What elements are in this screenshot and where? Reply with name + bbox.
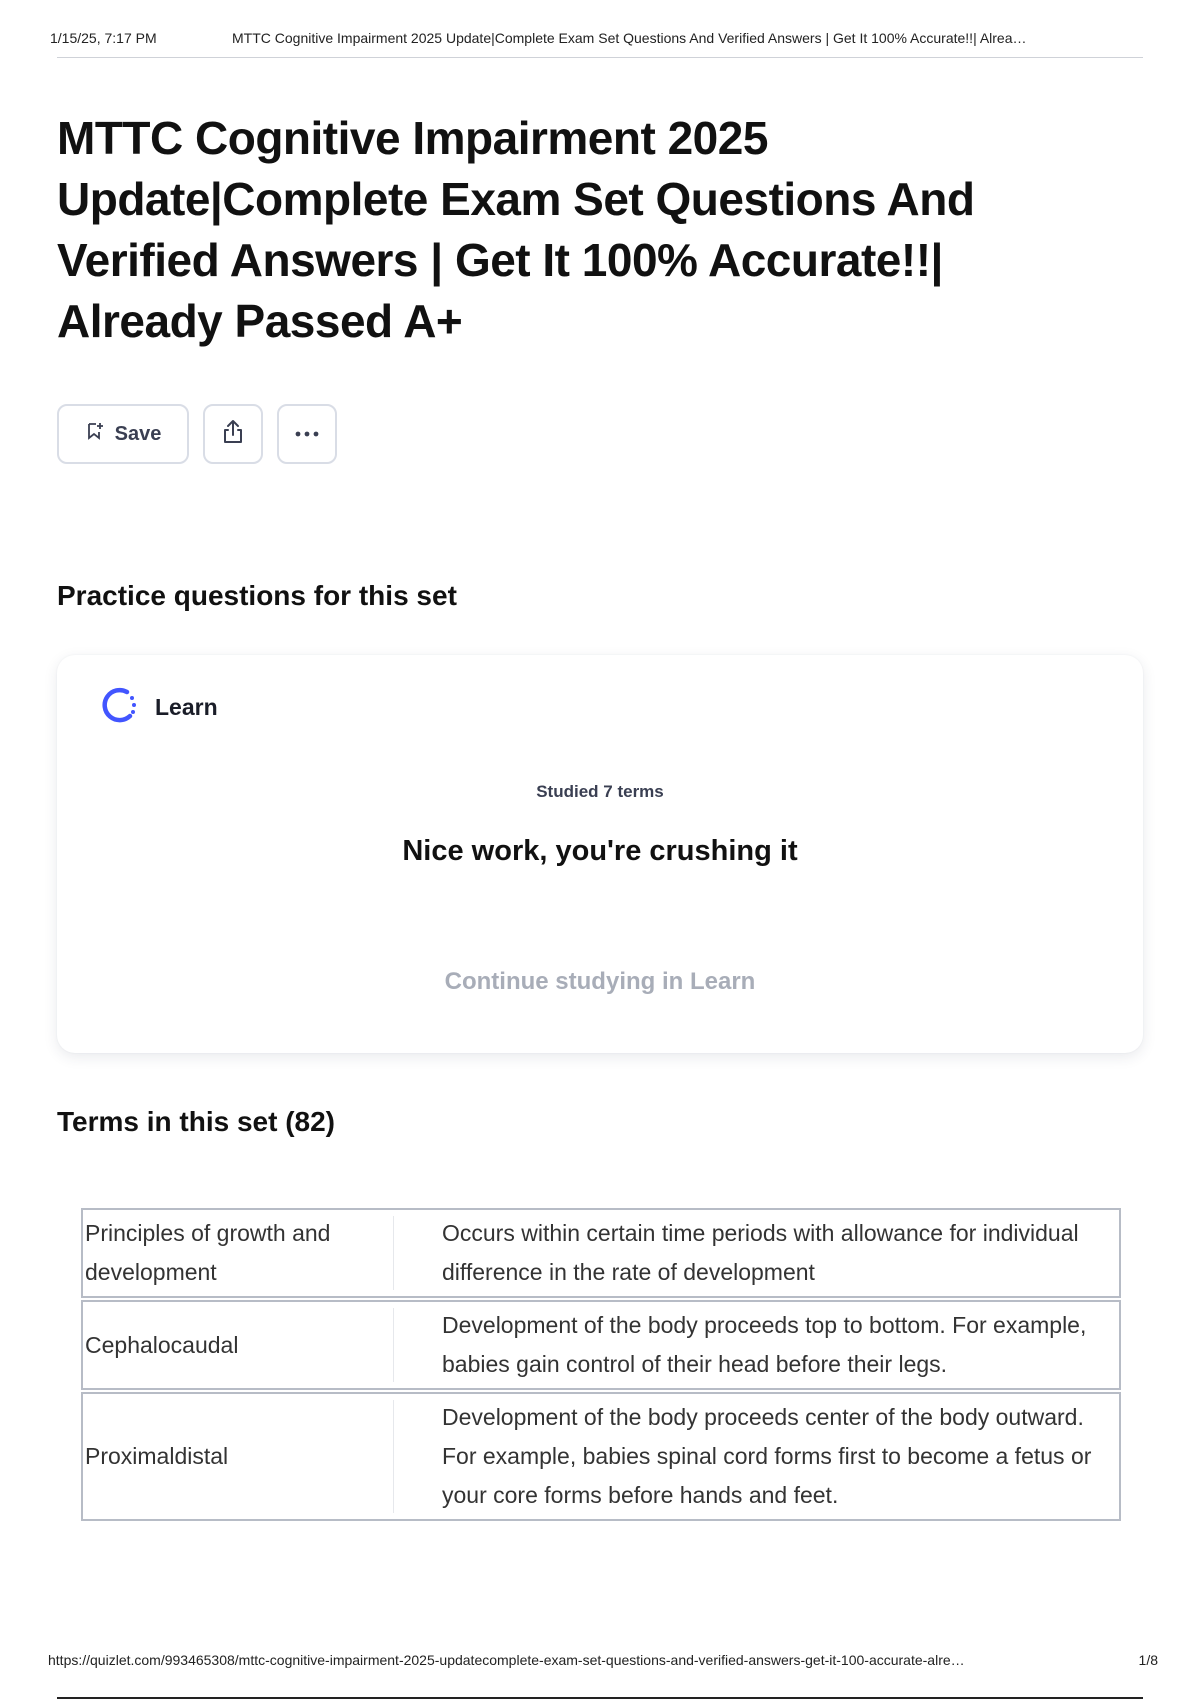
definition-text: Development of the body proceeds top to …	[442, 1312, 1087, 1377]
term-row: Principles of growth and development Occ…	[81, 1208, 1121, 1298]
practice-section-heading: Practice questions for this set	[57, 580, 457, 611]
terms-list: Principles of growth and development Occ…	[81, 1208, 1121, 1523]
save-button[interactable]: Save	[57, 404, 189, 464]
print-document-title: MTTC Cognitive Impairment 2025 Update|Co…	[232, 30, 1027, 46]
definition-text: Development of the body proceeds center …	[442, 1404, 1092, 1508]
learn-mode-header: Learn	[97, 683, 218, 732]
learn-card: Learn Studied 7 terms Nice work, you're …	[57, 655, 1143, 1053]
encouragement-text: Nice work, you're crushing it	[402, 835, 798, 867]
page-number: 1/8	[1138, 1652, 1158, 1668]
terms-section-heading: Terms in this set (82)	[57, 1106, 336, 1137]
more-options-button[interactable]	[277, 404, 337, 464]
learn-progress-icon	[97, 683, 141, 732]
print-timestamp: 1/15/25, 7:17 PM	[50, 30, 157, 46]
term-row: Cephalocaudal Development of the body pr…	[81, 1300, 1121, 1390]
share-button[interactable]	[203, 404, 263, 464]
term-text: Principles of growth and development	[85, 1220, 331, 1285]
term-row: Proximaldistal Development of the body p…	[81, 1392, 1121, 1521]
share-icon	[219, 418, 247, 451]
header-divider	[57, 57, 1143, 58]
bookmark-add-icon	[85, 421, 105, 447]
print-url: https://quizlet.com/993465308/mttc-cogni…	[48, 1652, 965, 1668]
page-title: MTTC Cognitive Impairment 2025 Update|Co…	[57, 112, 975, 347]
term-text: Cephalocaudal	[85, 1331, 239, 1358]
save-button-label: Save	[114, 422, 162, 445]
set-actions-toolbar: Save	[57, 404, 337, 464]
footer-divider	[57, 1697, 1143, 1699]
studied-count-text: Studied 7 terms	[536, 782, 664, 801]
learn-mode-label: Learn	[155, 694, 218, 720]
more-options-icon	[293, 425, 321, 443]
term-text: Proximaldistal	[85, 1443, 229, 1469]
definition-text: Occurs within certain time periods with …	[442, 1220, 1079, 1285]
continue-learn-link[interactable]: Continue studying in Learn	[57, 968, 1143, 996]
